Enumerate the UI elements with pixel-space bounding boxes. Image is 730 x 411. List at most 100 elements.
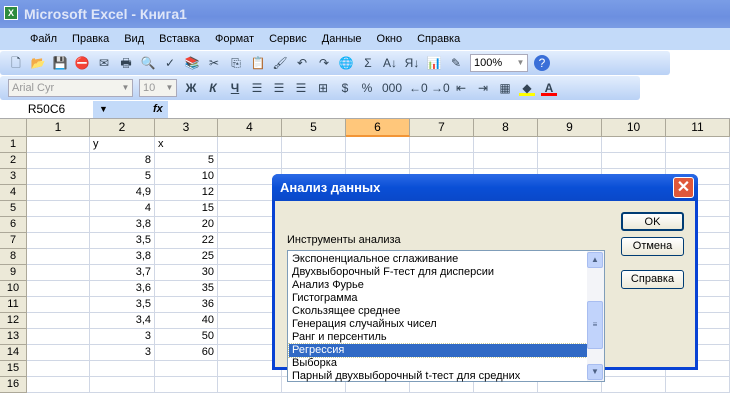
cell[interactable]: 22 [155,233,218,249]
name-box[interactable]: R50C6 [0,101,93,118]
row-header[interactable]: 7 [0,233,27,249]
sort-desc-icon[interactable]: Я↓ [404,55,420,71]
row-header[interactable]: 2 [0,153,27,169]
cell[interactable]: 15 [155,201,218,217]
align-right-icon[interactable]: ☰ [293,80,309,96]
cell[interactable] [27,377,90,393]
cell[interactable] [666,377,730,393]
cell[interactable]: 12 [155,185,218,201]
row-header[interactable]: 5 [0,201,27,217]
cell[interactable] [666,137,730,153]
cell[interactable] [27,297,90,313]
cell[interactable] [90,361,155,377]
menu-item[interactable]: Формат [215,33,254,45]
row-header[interactable]: 1 [0,137,27,153]
cell[interactable]: 10 [155,169,218,185]
italic-button[interactable]: К [205,80,221,96]
format-painter-icon[interactable]: 🖌 [272,55,288,71]
row-header[interactable]: 13 [0,329,27,345]
close-button[interactable]: ✕ [673,177,694,198]
fx-icon[interactable]: fx [153,101,163,118]
cell[interactable] [666,153,730,169]
cell[interactable] [346,153,410,169]
select-all-corner[interactable] [0,119,27,137]
align-left-icon[interactable]: ☰ [249,80,265,96]
increase-decimal-icon[interactable]: ←0 [409,80,428,96]
cell[interactable] [410,153,474,169]
menu-item[interactable]: Вставка [159,33,200,45]
cell[interactable]: 4 [90,201,155,217]
row-header[interactable]: 16 [0,377,27,393]
merge-icon[interactable]: ⊞ [315,80,331,96]
bold-button[interactable]: Ж [183,80,199,96]
font-color-icon[interactable]: A [541,80,557,96]
cell[interactable]: 3,5 [90,297,155,313]
list-item[interactable]: Экспоненциальное сглаживание [289,253,587,266]
row-header[interactable]: 9 [0,265,27,281]
ok-button[interactable]: OK [621,212,684,231]
tools-listbox[interactable]: Экспоненциальное сглаживание Двухвыборочн… [287,250,605,382]
scroll-up-button[interactable]: ▲ [587,252,603,268]
column-header[interactable]: 1 [27,119,90,137]
cell[interactable] [218,153,282,169]
row-header[interactable]: 10 [0,281,27,297]
cell[interactable]: 3 [90,345,155,361]
list-item[interactable]: Гистограмма [289,292,587,305]
cell[interactable]: 25 [155,249,218,265]
column-header[interactable]: 2 [90,119,155,137]
preview-icon[interactable]: 🔍 [140,55,156,71]
currency-icon[interactable]: $ [337,80,353,96]
cell[interactable] [410,137,474,153]
thousands-button[interactable]: 000 [381,80,403,96]
column-header[interactable]: 3 [155,119,218,137]
open-icon[interactable]: 📂 [30,55,46,71]
list-item[interactable]: Генерация случайных чисел [289,318,587,331]
cut-icon[interactable]: ✂ [206,55,222,71]
redo-icon[interactable]: ↷ [316,55,332,71]
cell[interactable] [27,345,90,361]
row-header[interactable]: 15 [0,361,27,377]
cell[interactable] [602,377,666,393]
cell[interactable] [27,249,90,265]
cell[interactable] [27,281,90,297]
cell[interactable]: 40 [155,313,218,329]
cell[interactable] [27,361,90,377]
column-header[interactable]: 5 [282,119,346,137]
row-header[interactable]: 8 [0,249,27,265]
cell[interactable] [346,137,410,153]
cell[interactable]: 3,6 [90,281,155,297]
undo-icon[interactable]: ↶ [294,55,310,71]
cell[interactable] [27,313,90,329]
help-button[interactable]: Справка [621,270,684,289]
column-header[interactable]: 8 [474,119,538,137]
list-item[interactable]: Ранг и персентиль [289,331,587,344]
paste-icon[interactable]: 📋 [250,55,266,71]
list-item[interactable]: Двухвыборочный F-тест для дисперсии [289,266,587,279]
name-box-dropdown[interactable]: ▼ fx [93,101,168,118]
cell[interactable] [27,137,90,153]
zoom-select[interactable]: 100% ▼ [470,54,528,72]
autosum-icon[interactable]: Σ [360,55,376,71]
cell[interactable]: 5 [155,153,218,169]
column-header[interactable]: 7 [410,119,474,137]
menu-item[interactable]: Вид [124,33,144,45]
cell[interactable] [218,377,282,393]
cell[interactable]: 4,9 [90,185,155,201]
menu-item[interactable]: Сервис [269,33,307,45]
cell[interactable] [282,153,346,169]
list-item[interactable]: Парный двухвыборочный t-тест для средних [289,370,587,383]
cell[interactable] [27,169,90,185]
cell[interactable]: 20 [155,217,218,233]
row-header[interactable]: 6 [0,217,27,233]
cell[interactable]: 3,5 [90,233,155,249]
cell[interactable]: 5 [90,169,155,185]
cell[interactable] [27,265,90,281]
cell[interactable]: 60 [155,345,218,361]
research-icon[interactable]: 📚 [184,55,200,71]
cell[interactable] [474,153,538,169]
font-size-select[interactable]: 10 ▼ [139,79,177,97]
cancel-button[interactable]: Отмена [621,237,684,256]
increase-indent-icon[interactable]: ⇥ [475,80,491,96]
cell[interactable]: 3,8 [90,249,155,265]
spelling-icon[interactable]: ✓ [162,55,178,71]
